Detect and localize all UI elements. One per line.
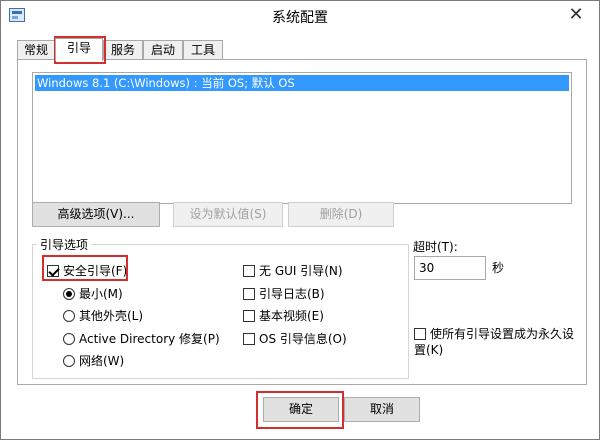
safe-boot-label: 安全引导(F) (63, 264, 128, 278)
no-gui-boot-label: 无 GUI 引导(N) (259, 264, 343, 278)
network-label: 网络(W) (79, 354, 125, 368)
radio-alternate-shell[interactable]: 其他外壳(L) (63, 307, 143, 325)
radio-active-directory-repair[interactable]: Active Directory 修复(P) (63, 330, 220, 348)
os-boot-info-label: OS 引导信息(O) (259, 332, 347, 346)
boot-log-label: 引导日志(B) (259, 287, 325, 301)
tab-services[interactable]: 服务 (103, 40, 143, 60)
timeout-unit: 秒 (492, 261, 505, 275)
no-gui-boot-option[interactable]: 无 GUI 引导(N) (243, 262, 343, 280)
alternate-shell-label: 其他外壳(L) (79, 309, 144, 323)
ad-repair-radio[interactable] (63, 333, 75, 345)
ad-repair-label: Active Directory 修复(P) (79, 332, 220, 346)
alternate-shell-radio[interactable] (63, 310, 75, 322)
system-config-window: 系统配置 ✕ 常规 引导 服务 启动 工具 Windows 8.1 (C:\Wi… (0, 0, 600, 440)
base-video-option[interactable]: 基本视频(E) (243, 307, 324, 325)
minimal-label: 最小(M) (79, 287, 123, 301)
delete-button[interactable]: 删除(D) (288, 202, 394, 227)
ok-button[interactable]: 确定 (263, 397, 339, 422)
tab-boot[interactable]: 引导 (55, 38, 103, 61)
boot-log-option[interactable]: 引导日志(B) (243, 285, 325, 303)
tab-general[interactable]: 常规 (17, 40, 55, 60)
timeout-input[interactable]: 30 (414, 256, 486, 280)
advanced-options-button[interactable]: 高级选项(V)... (32, 202, 160, 227)
safe-boot-checkbox[interactable] (47, 265, 59, 277)
os-boot-info-option[interactable]: OS 引导信息(O) (243, 330, 347, 348)
boot-entry-list[interactable]: Windows 8.1 (C:\Windows) : 当前 OS; 默认 OS (32, 72, 572, 204)
boot-options-label: 引导选项 (37, 236, 92, 253)
make-permanent-option[interactable]: 使所有引导设置成为永久设置(K) (414, 326, 584, 358)
boot-entry-windows-8-1[interactable]: Windows 8.1 (C:\Windows) : 当前 OS; 默认 OS (35, 75, 569, 91)
os-boot-info-checkbox[interactable] (243, 333, 255, 345)
network-radio[interactable] (63, 355, 75, 367)
radio-network[interactable]: 网络(W) (63, 352, 124, 370)
title-bar[interactable]: 系统配置 ✕ (1, 1, 599, 31)
make-permanent-checkbox[interactable] (414, 328, 426, 340)
make-permanent-label: 使所有引导设置成为永久设置(K) (414, 327, 575, 357)
base-video-label: 基本视频(E) (259, 309, 324, 323)
timeout-label: 超时(T): (413, 240, 458, 254)
tab-tools[interactable]: 工具 (183, 40, 223, 60)
radio-minimal[interactable]: 最小(M) (63, 285, 123, 303)
set-default-button[interactable]: 设为默认值(S) (173, 202, 283, 227)
close-button[interactable]: ✕ (563, 5, 589, 25)
minimal-radio[interactable] (63, 288, 75, 300)
safe-boot-option[interactable]: 安全引导(F) (47, 262, 127, 280)
window-title: 系统配置 (272, 10, 328, 26)
cancel-button[interactable]: 取消 (344, 397, 420, 422)
boot-tab-panel: Windows 8.1 (C:\Windows) : 当前 OS; 默认 OS … (17, 59, 587, 385)
boot-options-group: 引导选项 安全引导(F) 最小(M) 其他外壳(L) Active Direct… (32, 236, 409, 379)
tab-startup[interactable]: 启动 (143, 40, 183, 60)
base-video-checkbox[interactable] (243, 310, 255, 322)
no-gui-boot-checkbox[interactable] (243, 265, 255, 277)
boot-log-checkbox[interactable] (243, 288, 255, 300)
